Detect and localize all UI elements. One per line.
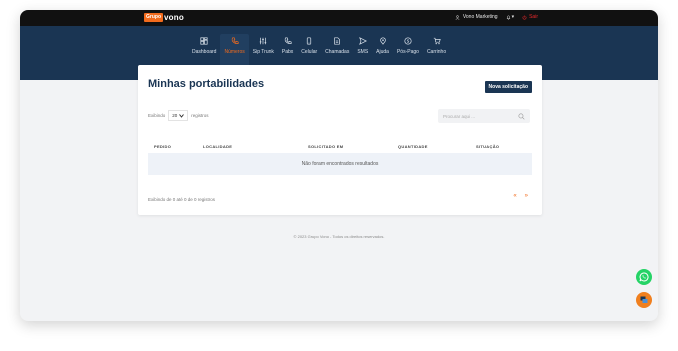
cart-icon	[433, 37, 441, 45]
chevron-down-icon	[179, 113, 185, 118]
nav-item-celular[interactable]: Celular	[297, 34, 321, 68]
phone-icon	[284, 37, 292, 45]
nav-item-carrinho[interactable]: Carrinho	[423, 34, 450, 68]
chat-icon	[640, 296, 648, 303]
page-title: Minhas portabilidades	[148, 78, 265, 90]
brand-badge: Grupo	[144, 13, 163, 22]
portability-card: Minhas portabilidades Nova solicitação E…	[138, 65, 542, 215]
new-request-button[interactable]: Nova solicitação	[484, 81, 532, 93]
table-header: PEDIDO LOCALIDADE SOLICITADO EM QUANTIDA…	[148, 141, 532, 151]
whatsapp-icon	[639, 272, 649, 282]
dollar-icon: $	[404, 37, 412, 45]
logout-label: Sair	[529, 14, 538, 20]
svg-text:$: $	[407, 39, 410, 45]
search-placeholder: Procurar aqui ...	[443, 113, 476, 119]
page-size-control: Exibindo 20 registros	[148, 110, 209, 121]
nav-label: Dashboard	[192, 49, 217, 55]
user-name: Vono Marketing	[462, 14, 498, 20]
nav-item-dashboard[interactable]: Dashboard	[188, 34, 220, 68]
phone-number-icon	[231, 37, 239, 45]
logout-button[interactable]: Sair	[522, 14, 538, 20]
dashboard-icon	[200, 37, 208, 45]
chat-button[interactable]	[636, 292, 652, 308]
nav-label: Pabx	[281, 49, 294, 55]
send-icon	[358, 37, 367, 45]
mobile-icon	[307, 37, 312, 45]
next-page-button[interactable]: »	[525, 193, 528, 199]
nav-label: Sip Trunk	[252, 49, 274, 55]
nav-label: Celular	[301, 49, 318, 55]
nav-item-chamadas[interactable]: Chamadas	[321, 34, 353, 68]
prev-page-button[interactable]: «	[513, 193, 516, 199]
file-icon	[334, 37, 340, 45]
nav-label: SMS	[357, 49, 369, 55]
user-menu[interactable]: Vono Marketing	[455, 14, 498, 20]
app-window: Grupo vono Vono Marketing ▾ Sair Dashboa…	[20, 10, 658, 321]
nav-label: Ajuda	[376, 49, 389, 55]
empty-table-row: Não foram encontrados resultados	[148, 153, 532, 175]
bell-icon	[506, 15, 510, 20]
user-icon	[455, 14, 460, 20]
main-nav: Dashboard Números Sip Trunk Pabx Celular…	[188, 34, 450, 68]
brand-name: vono	[164, 13, 184, 22]
sliders-icon	[260, 37, 267, 45]
power-icon	[522, 15, 527, 20]
records-info: Exibindo de 0 até 0 de 0 registros	[148, 197, 216, 202]
nav-item-numeros[interactable]: Números	[220, 34, 249, 68]
page-size-select[interactable]: 20	[168, 110, 189, 121]
nav-item-sip-trunk[interactable]: Sip Trunk	[249, 34, 278, 68]
page-size-value: 20	[172, 113, 178, 118]
top-right-actions: Vono Marketing ▾ Sair	[455, 14, 538, 20]
show-prefix-label: Exibindo	[148, 113, 166, 118]
search-input[interactable]: Procurar aqui ...	[438, 109, 530, 123]
nav-item-ajuda[interactable]: Ajuda	[372, 34, 393, 68]
nav-item-pos-pago[interactable]: $ Pós-Pago	[393, 34, 423, 68]
brand-logo[interactable]: Grupo vono	[144, 13, 184, 22]
column-header-quantidade[interactable]: QUANTIDADE	[398, 144, 428, 149]
pagination: « »	[513, 193, 528, 199]
nav-item-pabx[interactable]: Pabx	[278, 34, 297, 68]
column-header-solicitado-em[interactable]: SOLICITADO EM	[308, 144, 343, 149]
column-header-situacao[interactable]: SITUAÇÃO	[476, 144, 499, 149]
empty-message: Não foram encontrados resultados	[301, 161, 379, 167]
copyright-text: © 2023 Grupo Vono - Todos os direitos re…	[293, 234, 385, 239]
column-header-localidade[interactable]: LOCALIDADE	[203, 144, 232, 149]
nav-label: Números	[224, 49, 245, 55]
show-suffix-label: registros	[191, 113, 209, 118]
nav-label: Pós-Pago	[396, 49, 419, 55]
notifications-button[interactable]: ▾	[506, 14, 515, 20]
nav-label: Chamadas	[325, 49, 350, 55]
whatsapp-button[interactable]	[636, 269, 652, 285]
help-icon	[379, 37, 386, 45]
chevron-down-icon: ▾	[511, 14, 515, 20]
column-header-pedido[interactable]: PEDIDO	[154, 144, 171, 149]
search-icon[interactable]	[518, 113, 525, 120]
top-bar: Grupo vono Vono Marketing ▾ Sair	[20, 10, 658, 26]
nav-item-sms[interactable]: SMS	[353, 34, 372, 68]
nav-label: Carrinho	[426, 49, 447, 55]
